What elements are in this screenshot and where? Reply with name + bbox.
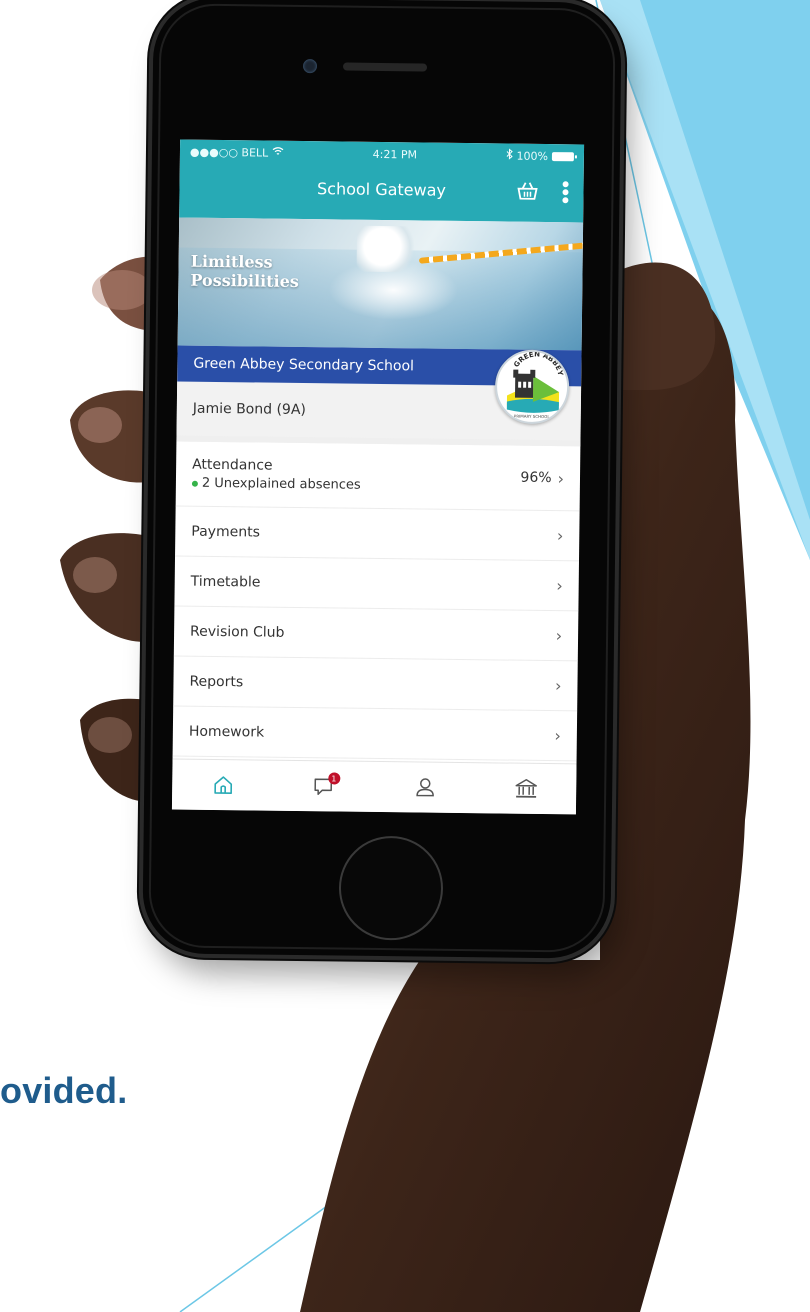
school-banner: Limitless Possibilities [177, 217, 584, 351]
banner-tagline: Limitless Possibilities [190, 252, 320, 292]
tagline-line1: Limitless [190, 251, 273, 272]
thumb-shape [615, 262, 716, 390]
messages-badge: 1 [327, 772, 340, 785]
chevron-right-icon: › [555, 626, 563, 646]
attendance-label: Attendance [192, 456, 273, 474]
menu-item-label: Revision Club [190, 623, 285, 641]
phone-device: ●●●○○ BELL 4:21 PM 100% School Gateway L… [142, 0, 622, 959]
carrier-label: ●●●○○ BELL [189, 145, 269, 160]
status-time: 4:21 PM [372, 147, 418, 161]
tab-profile[interactable] [404, 767, 444, 807]
logo-subtext: PRIMARY SCHOOL [514, 414, 550, 419]
app-header: ●●●○○ BELL 4:21 PM 100% School Gateway [179, 139, 585, 223]
menu-item-label: Reports [189, 673, 244, 690]
navigation-bar: School Gateway [179, 164, 584, 223]
menu-item-homework[interactable]: Homework › [172, 706, 578, 762]
bluetooth-icon [505, 148, 513, 162]
menu-item-payments[interactable]: Payments › [175, 506, 580, 562]
chevron-right-icon: › [556, 576, 563, 596]
fingernail-shape [78, 407, 122, 443]
app-screen: ●●●○○ BELL 4:21 PM 100% School Gateway L… [171, 139, 585, 815]
battery-icon [551, 151, 574, 161]
menu-item-revision-club[interactable]: Revision Club › [173, 606, 579, 662]
basket-icon[interactable] [515, 180, 539, 206]
menu-item-timetable[interactable]: Timetable › [174, 556, 579, 612]
school-logo-graphic: GREEN ABBEY PRIMARY SCHOOL [506, 350, 565, 419]
student-name: Jamie Bond (9A) [192, 400, 307, 419]
more-options-icon[interactable] [561, 180, 569, 208]
wifi-icon [272, 146, 284, 159]
fingernail-shape [92, 270, 152, 310]
attendance-note: 2 Unexplained absences [201, 475, 361, 493]
bottom-tab-bar: 1 [171, 758, 577, 815]
tab-home[interactable] [202, 765, 242, 805]
home-button[interactable] [338, 835, 444, 941]
status-dot-icon [191, 480, 198, 487]
menu-item-label: Homework [188, 723, 265, 741]
menu-item-label: Timetable [190, 573, 261, 591]
home-icon [213, 776, 232, 794]
chevron-right-icon: › [557, 468, 565, 488]
tab-messages[interactable]: 1 [303, 766, 343, 806]
menu-item-reports[interactable]: Reports › [173, 656, 578, 712]
front-camera [302, 59, 318, 74]
attendance-percentage: 96% [520, 469, 552, 487]
school-name: Green Abbey Secondary School [193, 355, 415, 375]
fingernail-shape [88, 717, 132, 753]
battery-percent: 100% [516, 149, 549, 163]
school-icon [515, 779, 537, 798]
chevron-right-icon: › [556, 526, 564, 546]
menu-item-label: Payments [191, 523, 261, 541]
tagline-line2: Possibilities [190, 270, 299, 291]
chevron-right-icon: › [554, 676, 562, 696]
tab-school[interactable] [505, 769, 545, 809]
banner-swimmer [356, 225, 422, 273]
fingernail-shape [73, 557, 117, 593]
earpiece-speaker [342, 62, 428, 72]
profile-icon [415, 778, 434, 797]
chevron-right-icon: › [554, 726, 561, 746]
menu-item-attendance[interactable]: Attendance 2 Unexplained absences 96% › [175, 441, 581, 512]
